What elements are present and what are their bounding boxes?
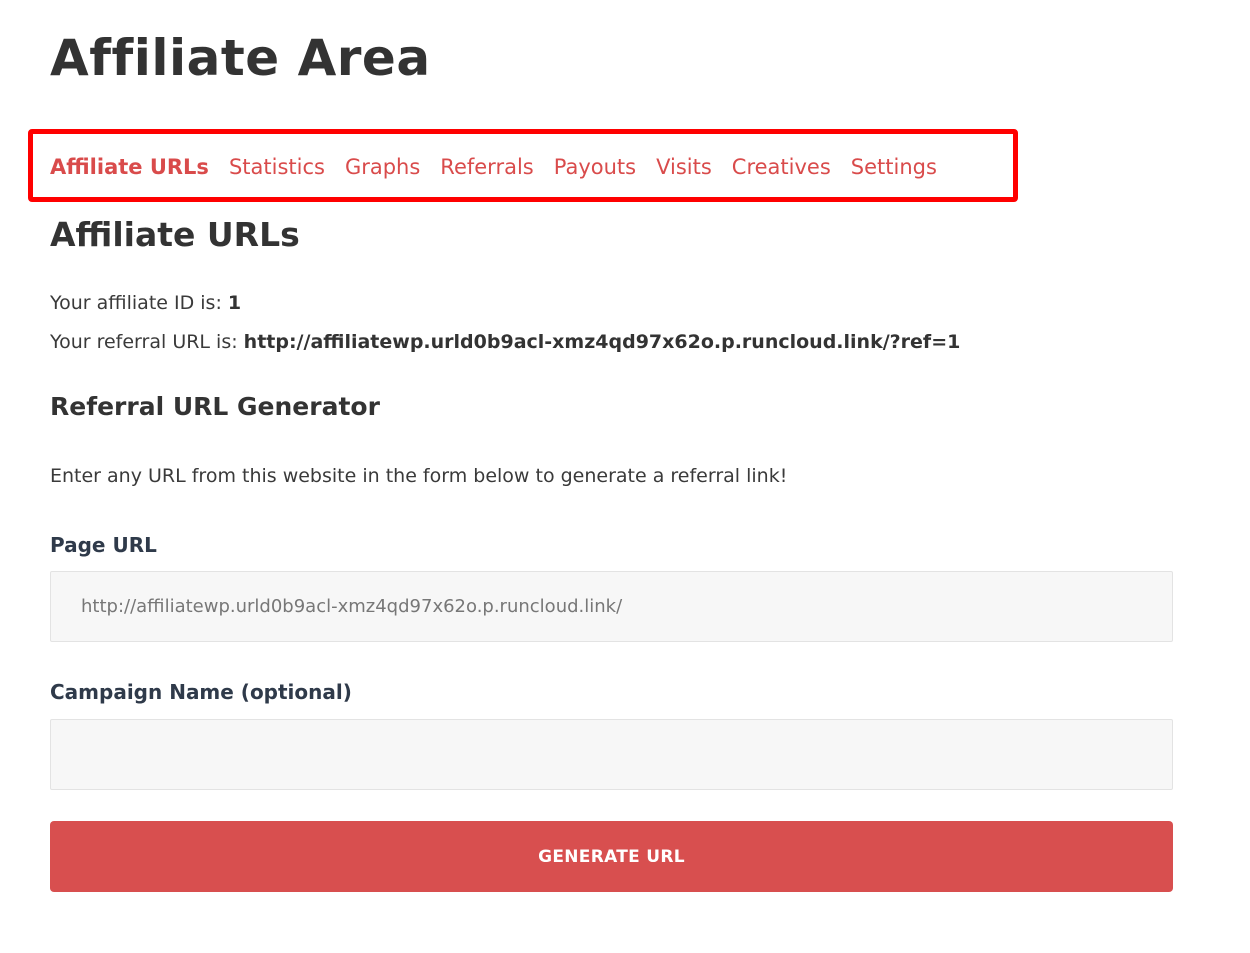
tab-settings[interactable]: Settings: [851, 151, 937, 183]
generator-title: Referral URL Generator: [50, 392, 380, 421]
tab-statistics[interactable]: Statistics: [229, 151, 325, 183]
affiliate-id-label: Your affiliate ID is:: [50, 292, 228, 314]
section-title: Affiliate URLs: [50, 215, 300, 254]
generate-url-button[interactable]: GENERATE URL: [50, 821, 1173, 892]
tab-graphs[interactable]: Graphs: [345, 151, 420, 183]
tab-creatives[interactable]: Creatives: [732, 151, 831, 183]
affiliate-id-value: 1: [227, 292, 242, 314]
referral-url-line: Your referral URL is: http://affiliatewp…: [50, 328, 960, 356]
page-url-label: Page URL: [50, 533, 157, 557]
tab-affiliate-urls[interactable]: Affiliate URLs: [50, 151, 209, 183]
page-url-input[interactable]: [50, 571, 1173, 642]
referral-url-label: Your referral URL is:: [50, 331, 244, 353]
page-title: Affiliate Area: [50, 29, 431, 87]
affiliate-tabs: Affiliate URLs Statistics Graphs Referra…: [50, 151, 937, 183]
tab-referrals[interactable]: Referrals: [440, 151, 533, 183]
campaign-name-label: Campaign Name (optional): [50, 680, 352, 704]
tab-visits[interactable]: Visits: [656, 151, 712, 183]
campaign-name-input[interactable]: [50, 719, 1173, 790]
affiliate-area-page: Affiliate Area Affiliate URLs Statistics…: [0, 0, 1250, 953]
affiliate-id-line: Your affiliate ID is: 1: [50, 289, 241, 317]
referral-url-value: http://affiliatewp.urld0b9acl-xmz4qd97x6…: [243, 331, 961, 353]
generator-description: Enter any URL from this website in the f…: [50, 465, 788, 487]
tab-payouts[interactable]: Payouts: [554, 151, 636, 183]
